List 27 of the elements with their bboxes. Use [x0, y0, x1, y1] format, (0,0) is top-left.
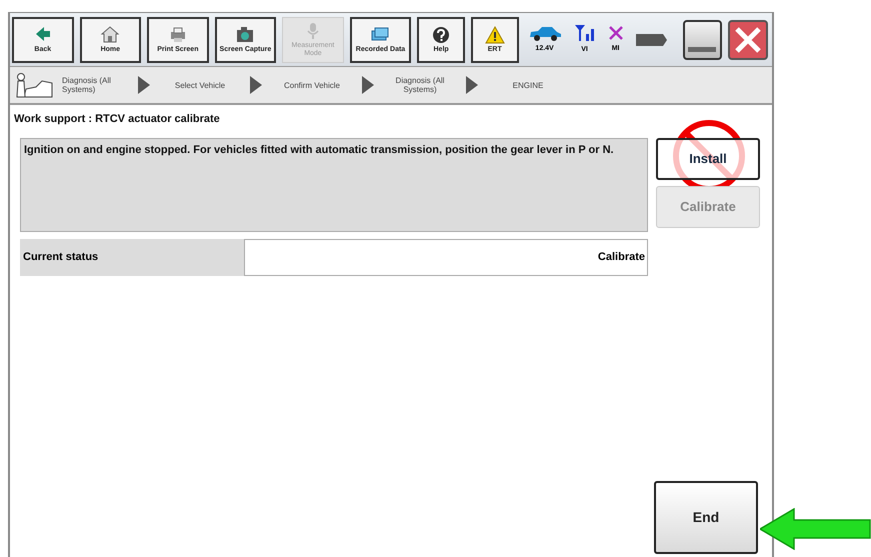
breadcrumb-step[interactable]: Diagnosis (All Systems) — [54, 76, 138, 94]
step-arrow-icon — [250, 76, 262, 94]
signal-icon — [574, 24, 596, 42]
breadcrumb-step[interactable]: Diagnosis (All Systems) — [374, 76, 466, 94]
step-arrow-icon — [138, 76, 150, 94]
status-label: Current status — [20, 238, 244, 276]
battery-icon — [636, 34, 668, 46]
instruction-text: Ignition on and engine stopped. For vehicles fitted with automatic transmission, position the gear lever in P or N. — [20, 138, 648, 232]
step-arrow-icon — [362, 76, 374, 94]
close-button[interactable] — [728, 20, 768, 60]
help-icon — [431, 25, 452, 45]
car-icon — [528, 24, 562, 41]
minimize-button[interactable] — [682, 20, 722, 60]
breadcrumb-step[interactable]: ENGINE — [478, 80, 578, 90]
close-icon — [734, 26, 762, 54]
status-value: Calibrate — [244, 238, 648, 276]
minimize-icon — [688, 46, 716, 52]
camera-icon — [235, 25, 256, 45]
action-button[interactable]: Install — [656, 138, 760, 180]
warning-icon — [484, 25, 505, 45]
cross-icon — [608, 24, 624, 41]
breadcrumb-step[interactable]: Confirm Vehicle — [262, 80, 362, 90]
breadcrumb-step[interactable]: Select Vehicle — [150, 80, 250, 90]
page-title: Work support : RTCV actuator calibrate — [13, 112, 221, 127]
home-icon — [100, 25, 120, 45]
end-button[interactable]: End — [654, 481, 758, 554]
step-arrow-icon — [466, 76, 478, 94]
